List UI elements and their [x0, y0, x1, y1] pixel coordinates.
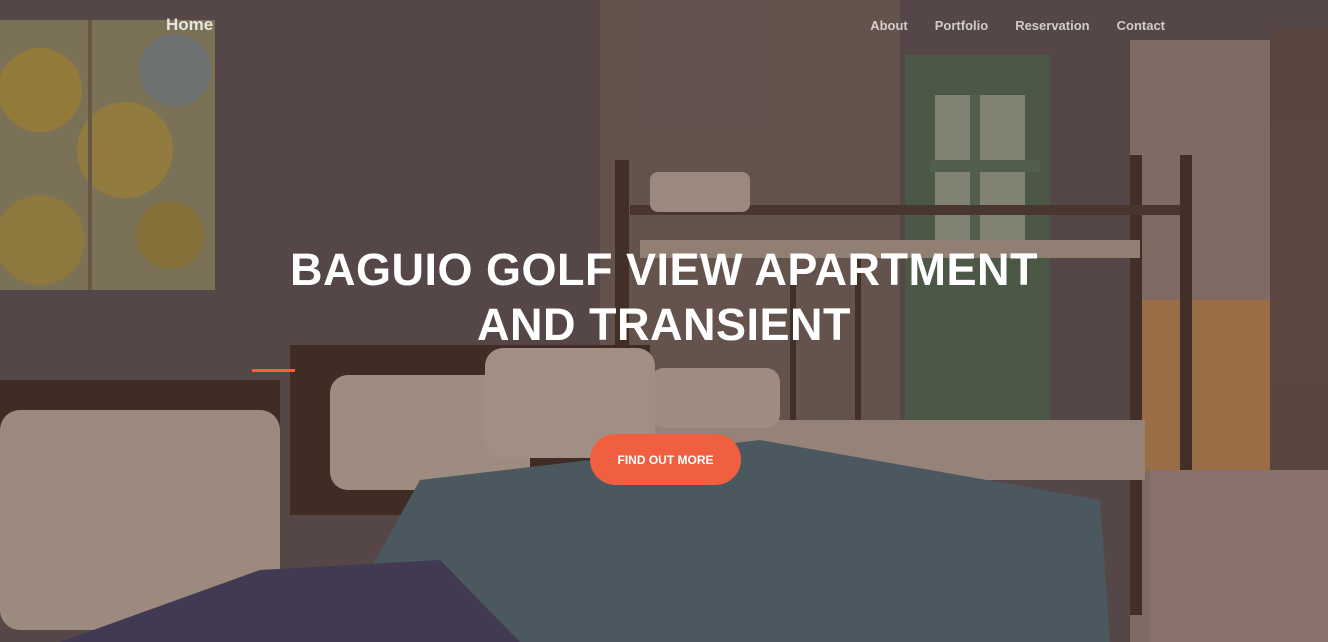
hero-section: Home About Portfolio Reservation Contact… — [0, 0, 1328, 642]
headline-divider — [252, 369, 295, 372]
brand-home-link[interactable]: Home — [166, 15, 213, 35]
hero-headline: BAGUIO GOLF VIEW APARTMENT AND TRANSIENT — [0, 242, 1328, 352]
nav-link-portfolio[interactable]: Portfolio — [935, 18, 988, 33]
find-out-more-button[interactable]: FIND OUT MORE — [590, 434, 741, 485]
hero-headline-line2: AND TRANSIENT — [477, 299, 851, 350]
nav-link-reservation[interactable]: Reservation — [1015, 18, 1089, 33]
nav-link-contact[interactable]: Contact — [1117, 18, 1165, 33]
hero-headline-line1: BAGUIO GOLF VIEW APARTMENT — [290, 244, 1038, 295]
nav-link-about[interactable]: About — [870, 18, 908, 33]
top-navbar: Home About Portfolio Reservation Contact — [0, 0, 1328, 52]
nav-links: About Portfolio Reservation Contact — [870, 18, 1165, 33]
